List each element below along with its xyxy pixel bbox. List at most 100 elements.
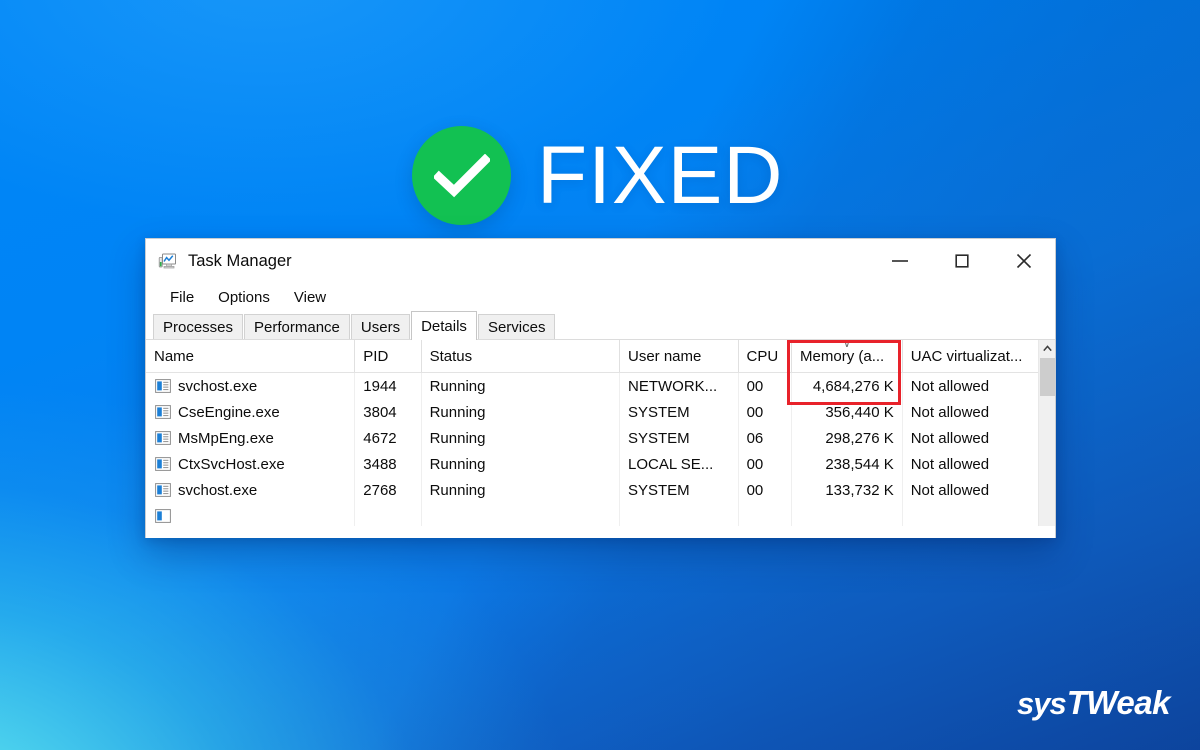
tab-users[interactable]: Users xyxy=(350,314,411,339)
process-icon xyxy=(155,379,171,393)
column-header-user-name[interactable]: User name xyxy=(619,340,739,372)
table-row[interactable]: svchost.exe 2768 Running SYSTEM 00 133,7… xyxy=(146,477,1038,503)
cell-status: Running xyxy=(422,451,620,477)
check-circle-icon xyxy=(412,126,511,225)
cell-user-name: SYSTEM xyxy=(620,425,739,451)
cell-uac-virtualization: Not allowed xyxy=(910,429,990,447)
table-row[interactable]: svchost.exe 1944 Running NETWORK... 00 4… xyxy=(146,373,1038,399)
logo-tweak-text: TWeak xyxy=(1066,684,1171,721)
fixed-label: FIXED xyxy=(537,129,784,221)
minimize-icon xyxy=(892,260,908,262)
process-name: svchost.exe xyxy=(178,481,258,499)
tab-services[interactable]: Services xyxy=(477,314,556,339)
cell-pid: 2768 xyxy=(355,477,422,503)
cell-memory xyxy=(792,503,903,526)
cell-uac-virtualization: Not allowed xyxy=(910,377,990,395)
cell-name: svchost.exe xyxy=(146,373,356,399)
cell-name: CtxSvcHost.exe xyxy=(146,451,356,477)
menu-item-file[interactable]: File xyxy=(158,287,206,308)
chevron-down-icon: ∨ xyxy=(842,340,851,350)
cell-memory: 238,544 K xyxy=(792,451,903,477)
process-name: CtxSvcHost.exe xyxy=(178,455,285,473)
cell-cpu: 00 xyxy=(739,477,793,503)
cell-user-name: NETWORK... xyxy=(620,373,739,399)
process-name: svchost.exe xyxy=(178,377,258,395)
title-bar[interactable]: Task Manager xyxy=(146,239,1055,283)
window-controls xyxy=(869,239,1055,283)
cell-cpu: 00 xyxy=(739,451,793,477)
column-header-pid[interactable]: PID xyxy=(355,340,422,372)
process-icon xyxy=(155,405,171,419)
process-icon xyxy=(155,509,171,523)
menu-item-view[interactable]: View xyxy=(282,287,338,308)
cell-pid: 1944 xyxy=(355,373,422,399)
cell-memory: 298,276 K xyxy=(792,425,903,451)
cell-status: Running xyxy=(422,373,620,399)
menu-item-options[interactable]: Options xyxy=(206,287,282,308)
maximize-icon xyxy=(955,254,969,268)
table-row[interactable]: CtxSvcHost.exe 3488 Running LOCAL SE... … xyxy=(146,451,1038,477)
cell-status xyxy=(422,503,620,526)
cell-uac-virtualization xyxy=(903,503,1038,526)
cell-status: Running xyxy=(422,425,620,451)
cell-user-name: LOCAL SE... xyxy=(620,451,739,477)
cell-memory: 133,732 K xyxy=(792,477,903,503)
column-header-name[interactable]: Name xyxy=(146,340,356,372)
fixed-banner: FIXED xyxy=(412,126,783,225)
table-row-partial[interactable] xyxy=(146,503,1038,526)
window-title: Task Manager xyxy=(188,251,292,270)
tab-strip: Processes Performance Users Details Serv… xyxy=(146,311,1055,340)
table-header-row: Name PID Status User name CPU ∨ Memory (… xyxy=(146,340,1038,373)
cell-status: Running xyxy=(422,399,620,425)
menu-bar: File Options View xyxy=(146,283,1055,311)
cell-pid: 4672 xyxy=(355,425,422,451)
column-header-status[interactable]: Status xyxy=(421,340,620,372)
cell-pid: 3488 xyxy=(355,451,422,477)
cell-uac-virtualization: Not allowed xyxy=(910,455,990,473)
process-name: MsMpEng.exe xyxy=(178,429,274,447)
task-manager-window: Task Manager File Options View Processes… xyxy=(145,238,1056,538)
cell-pid xyxy=(355,503,422,526)
vertical-scrollbar[interactable] xyxy=(1038,340,1055,526)
table-row[interactable]: MsMpEng.exe 4672 Running SYSTEM 06 298,2… xyxy=(146,425,1038,451)
tab-details[interactable]: Details xyxy=(411,311,477,340)
logo-sys-text: sys xyxy=(1016,686,1067,721)
cell-cpu: 00 xyxy=(739,399,793,425)
column-header-uac-virtualization[interactable]: UAC virtualizat... xyxy=(902,340,1038,372)
cell-status: Running xyxy=(422,477,620,503)
process-icon xyxy=(155,431,171,445)
process-icon xyxy=(155,483,171,497)
cell-memory: 356,440 K xyxy=(792,399,903,425)
systweak-logo: sys TWeak xyxy=(1016,684,1171,722)
column-header-memory[interactable]: ∨ Memory (a... xyxy=(792,340,903,372)
cell-name: MsMpEng.exe xyxy=(146,425,356,451)
scrollbar-thumb[interactable] xyxy=(1040,358,1055,396)
cell-name xyxy=(146,503,356,526)
cell-cpu: 06 xyxy=(739,425,793,451)
task-manager-icon xyxy=(158,253,176,269)
cell-uac-virtualization: Not allowed xyxy=(910,403,990,421)
column-header-cpu[interactable]: CPU xyxy=(738,340,793,372)
cell-user-name: SYSTEM xyxy=(620,477,739,503)
cell-cpu: 00 xyxy=(739,373,793,399)
table-row[interactable]: CseEngine.exe 3804 Running SYSTEM 00 356… xyxy=(146,399,1038,425)
cell-memory: 4,684,276 K xyxy=(792,373,903,399)
cell-user-name: SYSTEM xyxy=(620,399,739,425)
close-icon xyxy=(1016,253,1032,269)
minimize-button[interactable] xyxy=(869,239,931,283)
cell-user-name xyxy=(620,503,739,526)
cell-name: CseEngine.exe xyxy=(146,399,356,425)
tab-processes[interactable]: Processes xyxy=(153,314,244,339)
chevron-up-icon xyxy=(1042,345,1052,352)
process-icon xyxy=(155,457,171,471)
cell-pid: 3804 xyxy=(355,399,422,425)
scroll-up-button[interactable] xyxy=(1039,340,1055,357)
column-header-memory-label: Memory (a... xyxy=(800,347,885,365)
close-button[interactable] xyxy=(993,239,1055,283)
table-scroll-region: Name PID Status User name CPU ∨ Memory (… xyxy=(146,340,1038,526)
process-name: CseEngine.exe xyxy=(178,403,280,421)
cell-cpu xyxy=(739,503,793,526)
tab-performance[interactable]: Performance xyxy=(244,314,350,339)
cell-uac-virtualization: Not allowed xyxy=(910,481,990,499)
maximize-button[interactable] xyxy=(931,239,993,283)
